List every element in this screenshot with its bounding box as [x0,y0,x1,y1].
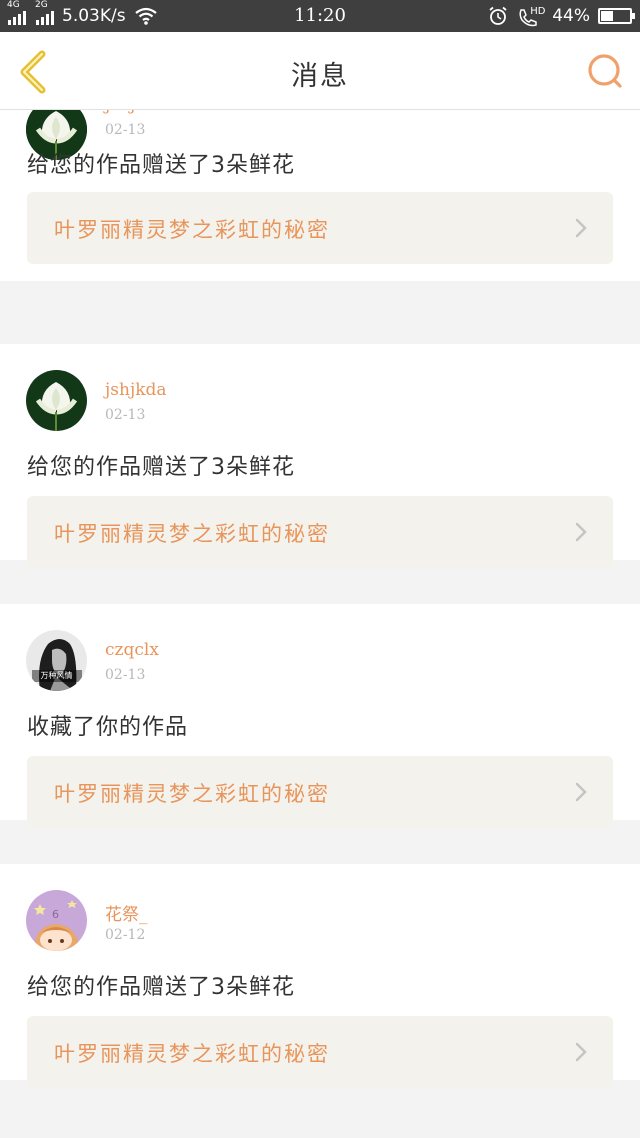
notification-card[interactable]: jshjkda 02-13 给您的作品赠送了3朵鲜花 叶罗丽精灵梦之彩虹的秘密 [0,344,640,568]
alarm-icon [489,6,507,25]
username[interactable]: 花祭_ [105,900,148,925]
message-text: 给您的作品赠送了3朵鲜花 [27,455,295,480]
svg-text:6: 6 [52,908,59,921]
notification-card[interactable]: 6 花祭_ 02-12 给您的作品赠送了3朵鲜花 叶罗丽精灵梦之彩虹的秘密 [0,864,640,1088]
avatar[interactable]: 6 [26,890,87,951]
avatar-caption: 万种风情 [40,671,73,680]
chevron-right-icon [575,782,587,802]
avatar[interactable]: 万种风情 [26,630,87,691]
username[interactable]: czqclx [105,640,159,660]
timestamp: 02-13 [105,667,146,683]
page-title: 消息 [291,61,349,92]
battery-percent: 44% [552,6,590,26]
chevron-right-icon [575,522,587,542]
battery-icon [598,8,635,24]
timestamp: 02-13 [105,122,146,138]
notification-card[interactable]: 万种风情 czqclx 02-13 收藏了你的作品 叶罗丽精灵梦之彩虹的秘密 [0,604,640,828]
search-icon[interactable] [586,52,624,90]
work-link[interactable]: 叶罗丽精灵梦之彩虹的秘密 [27,1016,613,1088]
work-title: 叶罗丽精灵梦之彩虹的秘密 [54,1042,330,1066]
work-link[interactable]: 叶罗丽精灵梦之彩虹的秘密 [27,192,613,264]
hd-call-icon: HD [516,5,545,27]
message-text: 给您的作品赠送了3朵鲜花 [27,975,295,1000]
avatar[interactable] [26,370,87,431]
message-text: 收藏了你的作品 [27,715,189,740]
work-title: 叶罗丽精灵梦之彩虹的秘密 [54,522,330,546]
work-title: 叶罗丽精灵梦之彩虹的秘密 [54,218,330,242]
message-text: 给您的作品赠送了3朵鲜花 [27,153,295,178]
work-title: 叶罗丽精灵梦之彩虹的秘密 [54,782,330,806]
username[interactable]: jshjkda [105,380,167,400]
nav-header: 消息 [0,32,640,110]
status-bar: 4G 2G 5.03K/s 11:20 HD 44% [0,0,640,32]
work-link[interactable]: 叶罗丽精灵梦之彩虹的秘密 [27,756,613,828]
chevron-right-icon [575,1042,587,1062]
work-link[interactable]: 叶罗丽精灵梦之彩虹的秘密 [27,496,613,568]
timestamp: 02-13 [105,407,146,423]
chevron-right-icon [575,218,587,238]
timestamp: 02-12 [105,927,146,943]
